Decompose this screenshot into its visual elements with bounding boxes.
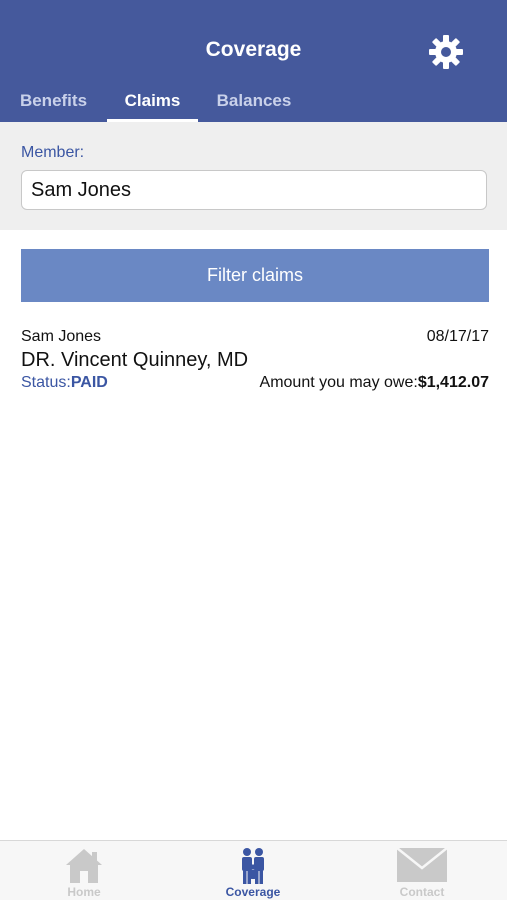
claim-member-name: Sam Jones xyxy=(21,328,102,345)
filter-claims-button[interactable]: Filter claims xyxy=(21,249,489,302)
tab-bar: Benefits Claims Balances xyxy=(0,86,507,122)
tab-claims[interactable]: Claims xyxy=(107,86,198,122)
envelope-icon xyxy=(396,847,448,882)
tab-benefits[interactable]: Benefits xyxy=(0,86,107,122)
home-icon xyxy=(66,849,102,883)
member-panel: Member: Sam Jones xyxy=(0,122,507,230)
member-field[interactable]: Sam Jones xyxy=(21,170,487,210)
gear-icon[interactable] xyxy=(428,34,464,70)
nav-home-label: Home xyxy=(67,885,101,899)
bottom-nav: Home Coverage Contact xyxy=(0,840,507,900)
nav-home[interactable]: Home xyxy=(24,841,144,901)
claim-list-item[interactable]: Sam Jones 08/17/17 DR. Vincent Quinney, … xyxy=(21,326,489,398)
claim-owe-label: Amount you may owe: xyxy=(259,374,418,391)
app-header: Coverage Benefits Claims Balances xyxy=(0,0,507,122)
claim-owe-value: $1,412.07 xyxy=(417,374,489,391)
claim-date: 08/17/17 xyxy=(426,328,489,345)
nav-coverage[interactable]: Coverage xyxy=(193,841,313,901)
claim-status-label: Status: xyxy=(21,374,71,391)
claim-status: Status:PAID xyxy=(21,374,108,392)
claim-amount-owed: Amount you may owe:$1,412.07 xyxy=(260,374,489,392)
nav-coverage-label: Coverage xyxy=(225,885,281,899)
nav-contact[interactable]: Contact xyxy=(362,841,482,901)
tab-balances[interactable]: Balances xyxy=(198,86,310,122)
family-icon xyxy=(242,848,264,884)
claim-provider: DR. Vincent Quinney, MD xyxy=(21,349,249,371)
member-label: Member: xyxy=(21,144,85,161)
nav-contact-label: Contact xyxy=(399,885,445,899)
claim-status-value: PAID xyxy=(70,374,108,391)
